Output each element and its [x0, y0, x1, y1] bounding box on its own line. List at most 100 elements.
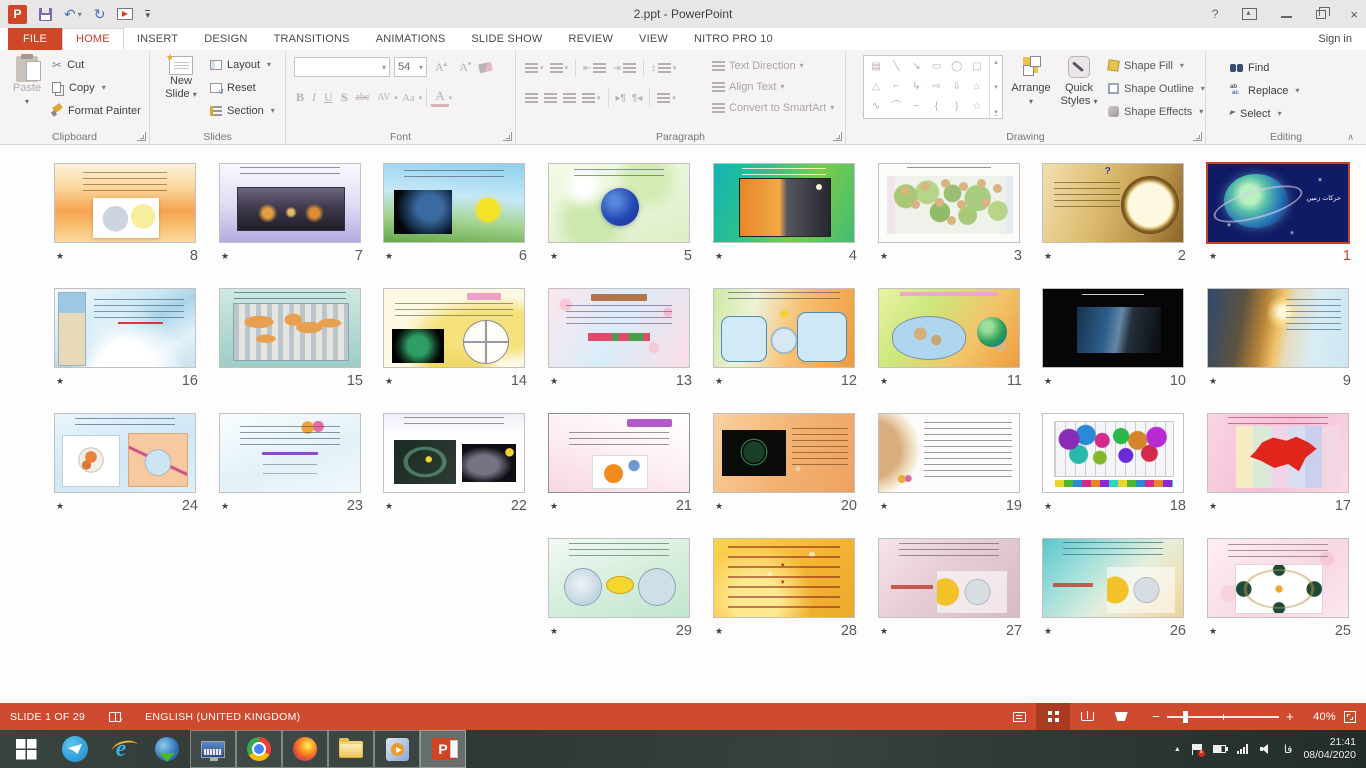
zoom-slider[interactable]: [1167, 716, 1279, 718]
align-left-button[interactable]: [522, 88, 541, 108]
scroll-up-icon[interactable]: ▴: [994, 58, 998, 66]
bullets-button[interactable]: ▾: [522, 58, 547, 78]
taskbar-firefox-icon[interactable]: [282, 730, 328, 768]
tab-view[interactable]: VIEW: [626, 28, 681, 50]
align-text-button[interactable]: Align Text▾: [712, 76, 834, 97]
animation-star-icon[interactable]: ★: [1044, 501, 1058, 512]
paste-button[interactable]: Paste▾: [4, 53, 50, 125]
slide-thumbnail-19[interactable]: [878, 413, 1020, 493]
clock[interactable]: 21:41 08/04/2020: [1303, 736, 1356, 762]
animation-star-icon[interactable]: ★: [715, 376, 729, 387]
slide-thumbnail-1[interactable]: حرکات زمین: [1206, 162, 1350, 244]
zoom-level[interactable]: 40%: [1302, 711, 1336, 723]
animation-star-icon[interactable]: ★: [56, 251, 70, 262]
tab-home[interactable]: HOME: [62, 28, 124, 50]
slide-thumbnail-24[interactable]: [54, 413, 196, 493]
rtl-text-button[interactable]: ¶◂: [629, 88, 645, 108]
slide-thumbnail-4[interactable]: [713, 163, 855, 243]
slide-thumbnail-22[interactable]: [383, 413, 525, 493]
strikethrough-button[interactable]: abc: [351, 92, 373, 103]
columns-button[interactable]: ▾: [654, 88, 679, 108]
undo-icon[interactable]: ↶: [64, 7, 76, 21]
shape-option-12[interactable]: ∿: [872, 102, 880, 112]
shape-option-10[interactable]: ⇩: [953, 82, 961, 92]
animation-star-icon[interactable]: ★: [715, 251, 729, 262]
increase-indent-button[interactable]: ⇥: [609, 58, 638, 78]
character-spacing-button[interactable]: AV: [373, 92, 394, 103]
shrink-font-button[interactable]: A▾: [455, 60, 475, 75]
help-button[interactable]: ?: [1212, 8, 1219, 20]
slide-thumbnail-2[interactable]: [1042, 163, 1184, 243]
animation-star-icon[interactable]: ★: [385, 501, 399, 512]
battery-icon[interactable]: [1213, 745, 1226, 753]
change-case-button[interactable]: Aa: [398, 92, 419, 104]
text-shadow-button[interactable]: S: [337, 90, 352, 105]
shape-option-11[interactable]: ⌂: [974, 82, 980, 92]
justify-button[interactable]: ▾: [579, 88, 604, 108]
animation-star-icon[interactable]: ★: [880, 251, 894, 262]
underline-button[interactable]: U: [320, 90, 337, 105]
reading-view-button[interactable]: [1070, 703, 1104, 730]
collapse-ribbon-icon[interactable]: ∧: [1347, 132, 1354, 143]
shape-outline-button[interactable]: Shape Outline▾: [1108, 77, 1205, 100]
slide-thumbnail-9[interactable]: [1207, 288, 1349, 368]
select-button[interactable]: Select▾: [1230, 102, 1299, 125]
animation-star-icon[interactable]: ★: [1209, 376, 1223, 387]
animation-star-icon[interactable]: ★: [1044, 626, 1058, 637]
slide-thumbnail-12[interactable]: [713, 288, 855, 368]
shape-option-0[interactable]: ▤: [871, 62, 880, 72]
line-spacing-button[interactable]: ↕▾: [648, 58, 680, 78]
taskbar-chrome-icon[interactable]: [236, 730, 282, 768]
slide-thumbnail-18[interactable]: [1042, 413, 1184, 493]
slideshow-view-button[interactable]: [1104, 703, 1138, 730]
layout-button[interactable]: Layout▾: [210, 53, 275, 76]
paragraph-dialog-launcher[interactable]: [833, 132, 842, 141]
slide-thumbnail-21[interactable]: [548, 413, 690, 493]
shape-option-14[interactable]: ~: [913, 102, 919, 112]
tab-review[interactable]: REVIEW: [555, 28, 626, 50]
redo-icon[interactable]: ↻: [94, 7, 106, 21]
slide-thumbnail-11[interactable]: [878, 288, 1020, 368]
animation-star-icon[interactable]: ★: [385, 251, 399, 262]
slide-thumbnail-26[interactable]: [1042, 538, 1184, 618]
slide-thumbnail-20[interactable]: [713, 413, 855, 493]
reset-button[interactable]: Reset: [210, 76, 275, 99]
shape-option-17[interactable]: ☆: [972, 102, 981, 112]
sign-in-link[interactable]: Sign in: [1318, 28, 1352, 50]
slide-thumbnail-7[interactable]: [219, 163, 361, 243]
animation-star-icon[interactable]: ★: [1044, 251, 1058, 262]
tray-expand-icon[interactable]: ▲: [1174, 746, 1181, 753]
slide-thumbnail-25[interactable]: [1207, 538, 1349, 618]
decrease-indent-button[interactable]: ⇤: [580, 58, 609, 78]
section-button[interactable]: Section▾: [210, 99, 275, 122]
shape-fill-button[interactable]: Shape Fill▾: [1108, 54, 1205, 77]
start-from-beginning-icon[interactable]: [117, 8, 133, 20]
slide-thumbnail-15[interactable]: [219, 288, 361, 368]
animation-star-icon[interactable]: ★: [880, 376, 894, 387]
numbering-button[interactable]: ▾: [547, 58, 572, 78]
network-signal-icon[interactable]: [1237, 744, 1249, 754]
zoom-slider-thumb[interactable]: [1183, 711, 1188, 723]
tab-insert[interactable]: INSERT: [124, 28, 191, 50]
fit-to-window-icon[interactable]: [1344, 711, 1356, 723]
taskbar-explorer-icon[interactable]: [328, 730, 374, 768]
animation-star-icon[interactable]: ★: [715, 626, 729, 637]
slide-thumbnail-17[interactable]: [1207, 413, 1349, 493]
slide-thumbnail-27[interactable]: [878, 538, 1020, 618]
save-icon[interactable]: [39, 8, 52, 21]
shapes-gallery[interactable]: ▤╲↘▭◯▢△⌐↳⇨⇩⌂∿⌒~{}☆ ▴ ▾ ▾̲: [863, 55, 1003, 119]
zoom-in-button[interactable]: +: [1286, 710, 1294, 723]
shape-option-9[interactable]: ⇨: [932, 82, 940, 92]
slide-sorter-view-button[interactable]: [1036, 703, 1070, 730]
ltr-text-button[interactable]: ▸¶: [613, 88, 629, 108]
font-color-button[interactable]: A: [431, 88, 448, 107]
shape-option-5[interactable]: ▢: [972, 62, 981, 72]
animation-star-icon[interactable]: ★: [56, 376, 70, 387]
align-center-button[interactable]: [541, 88, 560, 108]
animation-star-icon[interactable]: ★: [1209, 626, 1223, 637]
animation-star-icon[interactable]: ★: [880, 626, 894, 637]
taskbar-start-button[interactable]: [0, 730, 52, 768]
slide-thumbnail-10[interactable]: [1042, 288, 1184, 368]
text-direction-button[interactable]: Text Direction▾: [712, 55, 834, 76]
spell-check-icon[interactable]: [109, 712, 121, 722]
